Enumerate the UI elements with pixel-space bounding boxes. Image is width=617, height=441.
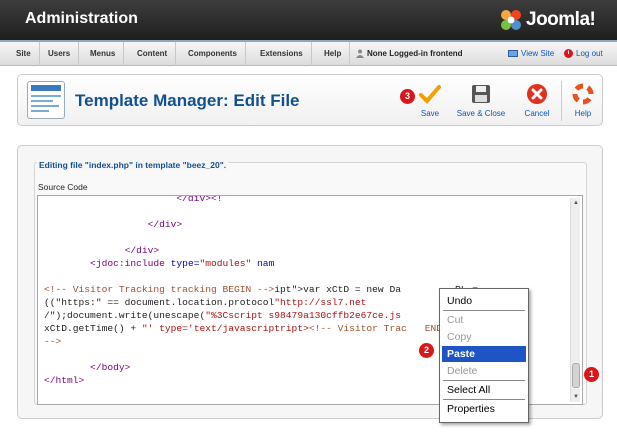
- code-token: <jdoc:include: [44, 258, 171, 269]
- menu-extensions[interactable]: Extensions: [252, 42, 312, 66]
- scroll-up-arrow-icon[interactable]: ▲: [571, 198, 581, 208]
- menu-site[interactable]: Site: [8, 42, 40, 66]
- step-badge-3: 3: [400, 89, 415, 104]
- cancel-label: Cancel: [524, 109, 550, 118]
- template-manager-icon: [27, 81, 65, 119]
- menu-menus[interactable]: Menus: [82, 42, 125, 66]
- joomla-logo[interactable]: Joomla!: [498, 7, 596, 33]
- logged-in-status: None Logged-in frontend: [356, 42, 463, 66]
- joomla-logo-icon: [501, 10, 521, 30]
- menu-content[interactable]: Content: [129, 42, 177, 66]
- monitor-icon: [508, 49, 518, 57]
- view-site-label: View Site: [521, 49, 555, 58]
- page-title: Template Manager: Edit File: [75, 91, 300, 110]
- save-close-label: Save & Close: [456, 109, 506, 118]
- menu-cut[interactable]: Cut: [442, 312, 526, 328]
- code-token: nam: [251, 258, 275, 269]
- code-line: </div><!: [44, 195, 223, 204]
- source-code-label: Source Code: [38, 182, 88, 192]
- menu-separator: [443, 380, 525, 381]
- editor-scrollbar[interactable]: ▲ ▼: [570, 198, 580, 402]
- logo-text: Joomla!: [526, 9, 596, 30]
- code-token: /");document.write(unescape(: [44, 310, 206, 321]
- save-check-icon: [419, 85, 441, 104]
- code-content[interactable]: </div><! </div> </div> <jdoc:include typ…: [44, 195, 478, 387]
- menu-separator: [443, 310, 525, 311]
- menu-separator: [443, 399, 525, 400]
- scroll-thumb[interactable]: [572, 363, 580, 388]
- menu-components[interactable]: Components: [180, 42, 246, 66]
- scroll-down-arrow-icon[interactable]: ▼: [571, 392, 581, 402]
- code-token: "' type='text/javascriptript>: [141, 323, 309, 334]
- context-menu: Undo Cut Copy Paste Delete Select All Pr…: [439, 288, 529, 423]
- save-close-button[interactable]: Save & Close: [453, 83, 509, 118]
- code-line: </div>: [44, 219, 183, 230]
- menu-undo[interactable]: Undo: [442, 293, 526, 309]
- log-out-link[interactable]: Log out: [564, 42, 603, 66]
- status-text: None Logged-in frontend: [367, 49, 463, 58]
- toolbar: Template Manager: Edit File Save Save & …: [17, 74, 603, 126]
- code-token: "http://ssl7.net: [274, 297, 367, 308]
- admin-title: Administration: [25, 10, 138, 27]
- admin-header: Administration Joomla!: [0, 0, 617, 40]
- code-token: (("https:" == document.location.protocol: [44, 297, 275, 308]
- code-line: -->: [44, 336, 62, 347]
- code-token: <!-- Visitor Trac: [308, 323, 407, 334]
- help-lifebuoy-icon: [572, 83, 594, 105]
- power-icon: [564, 49, 573, 59]
- save-label: Save: [420, 109, 440, 118]
- view-site-link[interactable]: View Site: [508, 42, 554, 66]
- step-badge-2: 2: [419, 343, 434, 358]
- menu-delete[interactable]: Delete: [442, 363, 526, 379]
- main-menu-bar: Site Users Menus Content Components Exte…: [0, 40, 617, 66]
- step-badge-1: 1: [584, 367, 599, 382]
- user-status-icon: [356, 49, 364, 59]
- editing-legend: Editing file "index.php" in template "be…: [37, 160, 229, 170]
- help-button[interactable]: Help: [555, 83, 611, 118]
- code-token: xCtD.getTime() +: [44, 323, 142, 334]
- code-token: "modules": [199, 258, 252, 269]
- menu-users[interactable]: Users: [40, 42, 80, 66]
- menu-help[interactable]: Help: [316, 42, 351, 66]
- code-line: </html>: [44, 375, 85, 386]
- code-token: ipt">var xCtD = new Da: [274, 284, 401, 295]
- code-token: "%3Cscript s98479a130cffb2e67ce.js: [205, 310, 401, 321]
- code-token: <!-- Visitor Tracking tracking BEGIN -->: [44, 284, 275, 295]
- code-line: </body>: [44, 362, 131, 373]
- help-label: Help: [574, 109, 592, 118]
- cancel-x-icon: [527, 84, 547, 104]
- menu-paste[interactable]: Paste: [442, 346, 526, 362]
- menu-select-all[interactable]: Select All: [442, 382, 526, 398]
- floppy-disk-icon: [472, 85, 490, 103]
- menu-properties[interactable]: Properties: [442, 401, 526, 417]
- menu-copy[interactable]: Copy: [442, 329, 526, 345]
- code-token: type=: [170, 258, 200, 269]
- log-out-label: Log out: [576, 49, 603, 58]
- code-line: </div>: [44, 245, 160, 256]
